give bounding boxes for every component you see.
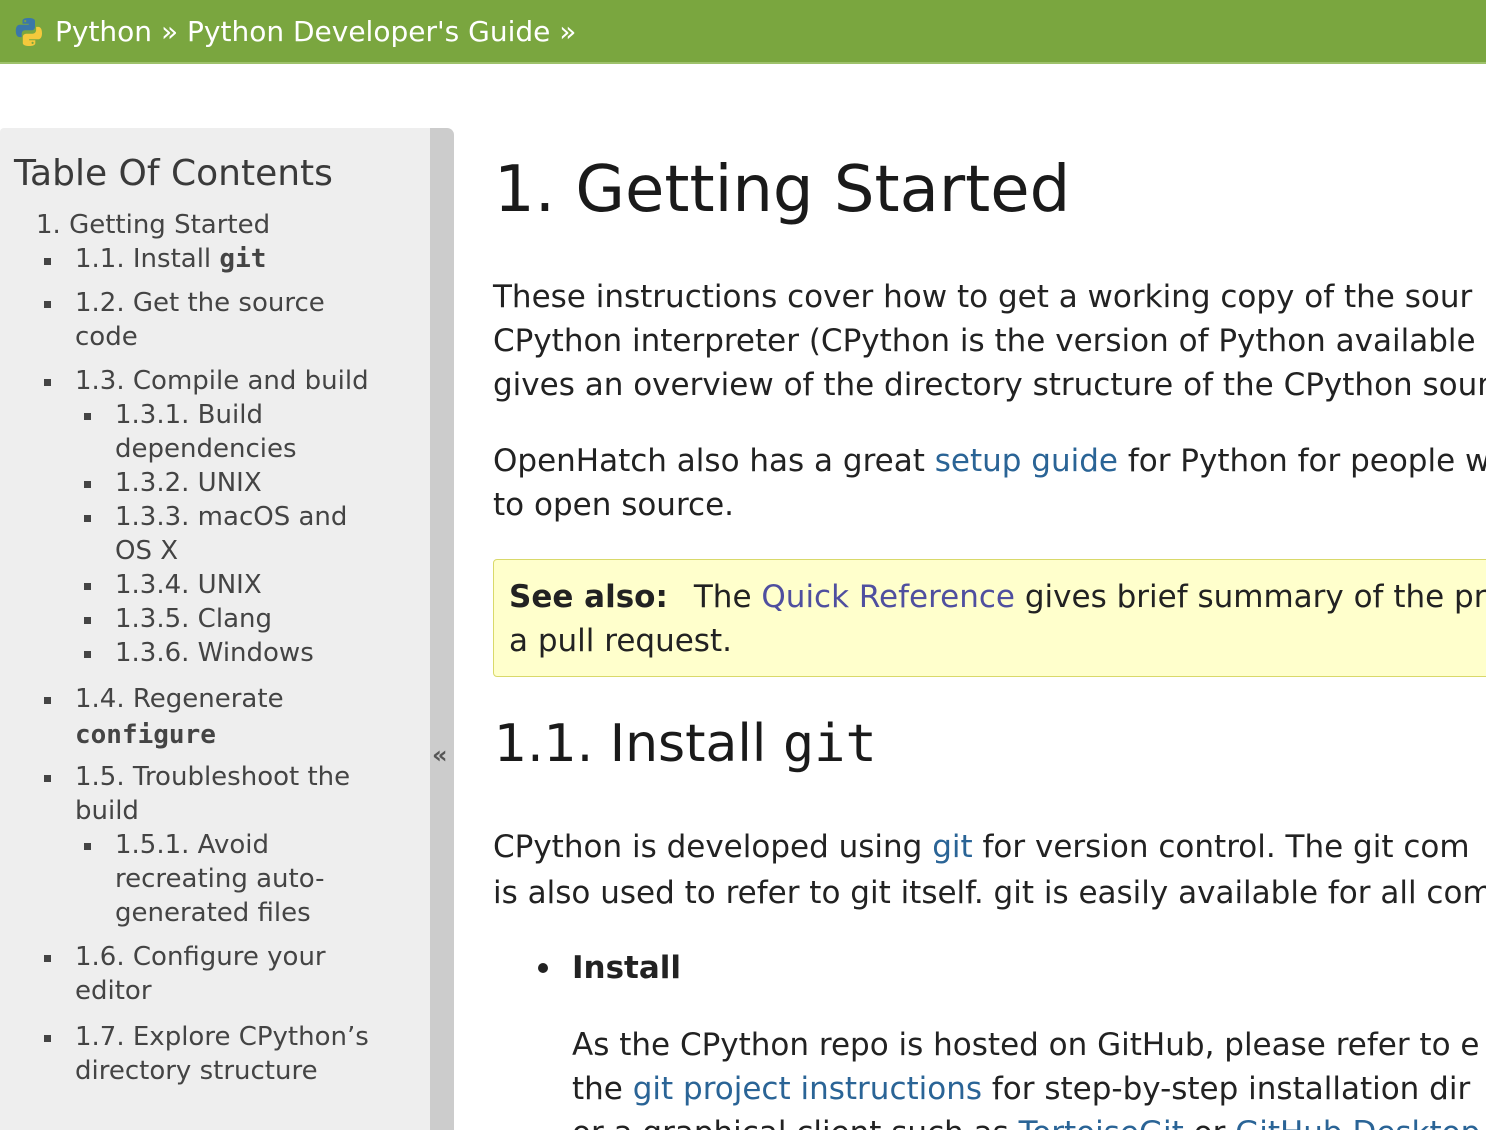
install-item-title: Install	[572, 950, 682, 986]
toc-link-windows[interactable]: 1.3.6. Windows	[115, 636, 314, 670]
toc-link-label: 1.1. Install	[75, 244, 220, 274]
top-nav-bar: Python » Python Developer's Guide »	[0, 0, 1486, 64]
toc-link-macos-cont[interactable]: OS X	[115, 534, 178, 568]
toc-bullet	[44, 775, 51, 782]
toc-bullet	[84, 651, 91, 658]
toc-bullet	[44, 301, 51, 308]
toc-bullet	[84, 617, 91, 624]
section-heading-install-git: 1.1. Install git	[494, 711, 877, 777]
intro-paragraph-line: These instructions cover how to get a wo…	[493, 279, 1473, 315]
toc-link-getting-started[interactable]: 1. Getting Started	[36, 208, 270, 242]
toc-link-unix-2[interactable]: 1.3.4. UNIX	[115, 568, 262, 602]
toc-heading: Table Of Contents	[14, 153, 333, 194]
toc-link-build-deps-cont[interactable]: dependencies	[115, 432, 297, 466]
main-content: 1. Getting Started These instructions co…	[454, 128, 1486, 1130]
toc-link-troubleshoot[interactable]: 1.5. Troubleshoot the	[75, 760, 350, 794]
github-desktop-link[interactable]: GitHub Desktop	[1235, 1115, 1480, 1130]
toc-link-code: git	[219, 244, 267, 274]
toc-link-build-deps[interactable]: 1.3.1. Build	[115, 398, 263, 432]
python-logo-icon[interactable]	[13, 16, 45, 48]
list-bullet	[538, 963, 548, 973]
toc-link-regenerate-code[interactable]: configure	[75, 718, 216, 752]
text-span: the	[572, 1071, 633, 1107]
toc-link-macos[interactable]: 1.3.3. macOS and	[115, 500, 347, 534]
breadcrumb: Python » Python Developer's Guide »	[55, 13, 576, 51]
toc-link-regenerate[interactable]: 1.4. Regenerate	[75, 682, 284, 716]
breadcrumb-separator: »	[160, 15, 179, 48]
toc-link-compile-build[interactable]: 1.3. Compile and build	[75, 364, 369, 398]
toc-link-explore-cpython-cont[interactable]: directory structure	[75, 1054, 318, 1088]
text-span: OpenHatch also has a great	[493, 443, 935, 479]
intro-paragraph-line: CPython interpreter (CPython is the vers…	[493, 323, 1486, 359]
toc-link-explore-cpython[interactable]: 1.7. Explore CPython’s	[75, 1020, 369, 1054]
breadcrumb-python-link[interactable]: Python	[55, 15, 152, 48]
text-span: for step-by-step installation dir	[982, 1071, 1471, 1107]
sidebar-collapse-button[interactable]: «	[430, 128, 454, 1130]
install-paragraph-line: the git project instructions for step-by…	[572, 1067, 1470, 1111]
see-also-label: See also:	[509, 579, 668, 615]
toc-link-configure-editor[interactable]: 1.6. Configure your	[75, 940, 326, 974]
breadcrumb-devguide-link[interactable]: Python Developer's Guide	[187, 15, 550, 48]
heading-text: 1.1. Install	[494, 714, 783, 774]
breadcrumb-separator: »	[559, 15, 577, 48]
collapse-chevron-icon: «	[432, 741, 448, 769]
toc-link-avoid-recreating-cont[interactable]: recreating auto-	[115, 862, 325, 896]
setup-guide-link[interactable]: setup guide	[935, 443, 1118, 479]
git-paragraph-line: is also used to refer to git itself. git…	[493, 875, 1486, 911]
page-title: 1. Getting Started	[494, 153, 1071, 227]
toc-link-get-source-cont[interactable]: code	[75, 320, 138, 354]
text-span: or a graphical client such as	[572, 1115, 1019, 1130]
toc-bullet	[44, 379, 51, 386]
toc-link-unix[interactable]: 1.3.2. UNIX	[115, 466, 262, 500]
text-span: for version control. The git com	[972, 829, 1470, 865]
toc-bullet	[84, 515, 91, 522]
see-also-admonition: See also: The Quick Reference gives brief…	[493, 559, 1486, 677]
git-link[interactable]: git	[932, 829, 972, 865]
toc-bullet	[44, 955, 51, 962]
tortoisegit-link[interactable]: TortoiseGit	[1019, 1115, 1184, 1130]
install-paragraph-line: As the CPython repo is hosted on GitHub,…	[572, 1027, 1480, 1063]
openhatch-paragraph-line: to open source.	[493, 487, 734, 523]
toc-link-avoid-recreating[interactable]: 1.5.1. Avoid	[115, 828, 269, 862]
toc-link-troubleshoot-cont[interactable]: build	[75, 794, 139, 828]
quick-reference-link[interactable]: Quick Reference	[761, 579, 1015, 615]
see-also-line: See also: The Quick Reference gives brief…	[509, 575, 1486, 619]
git-project-instructions-link[interactable]: git project instructions	[633, 1071, 982, 1107]
toc-bullet	[44, 1035, 51, 1042]
intro-paragraph-line: gives an overview of the directory struc…	[493, 367, 1486, 403]
sidebar: Table Of Contents 1. Getting Started 1.1…	[0, 128, 430, 1130]
install-paragraph-line: or a graphical client such as TortoiseGi…	[572, 1111, 1480, 1130]
toc-bullet	[84, 413, 91, 420]
toc-link-configure-editor-cont[interactable]: editor	[75, 974, 152, 1008]
toc-bullet	[44, 258, 51, 265]
text-span: or	[1184, 1115, 1235, 1130]
toc-bullet	[84, 583, 91, 590]
openhatch-paragraph-line: OpenHatch also has a great setup guide f…	[493, 439, 1486, 483]
text-span: gives brief summary of the pro	[1015, 579, 1486, 615]
toc-bullet	[84, 481, 91, 488]
text-span: CPython is developed using	[493, 829, 933, 865]
heading-code: git	[782, 714, 877, 774]
toc-bullet	[84, 843, 91, 850]
toc-link-avoid-recreating-cont2[interactable]: generated files	[115, 896, 311, 930]
see-also-line: a pull request.	[509, 623, 732, 659]
toc-link-install-git[interactable]: 1.1. Install git	[75, 242, 266, 276]
toc-link-clang[interactable]: 1.3.5. Clang	[115, 602, 272, 636]
text-span: The	[693, 579, 762, 615]
text-span: for Python for people w	[1117, 443, 1486, 479]
toc-bullet	[44, 697, 51, 704]
git-paragraph-line: CPython is developed using git for versi…	[493, 825, 1470, 869]
toc-link-get-source[interactable]: 1.2. Get the source	[75, 286, 325, 320]
toc-link-code: configure	[75, 720, 216, 750]
